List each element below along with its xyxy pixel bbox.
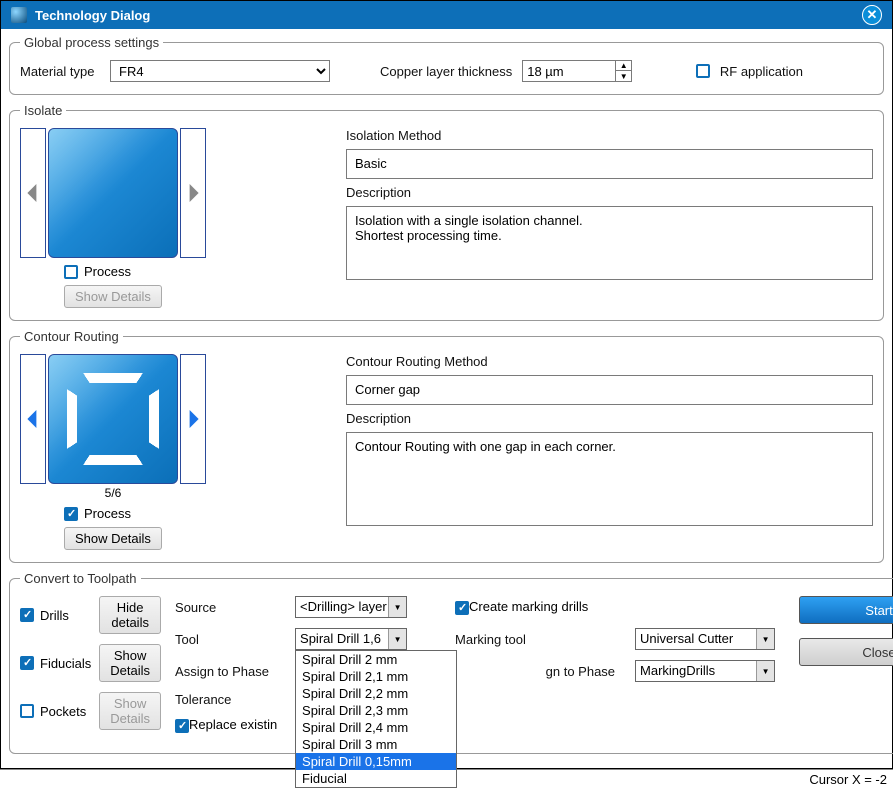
marking-tool-combo[interactable]: Universal Cutter▼ bbox=[635, 628, 785, 650]
create-marking-checkbox[interactable] bbox=[455, 601, 469, 615]
drills-hide-details-button[interactable]: Hide details bbox=[99, 596, 161, 634]
spinner-down-icon[interactable]: ▼ bbox=[615, 71, 631, 81]
contour-thumbnail bbox=[48, 354, 178, 484]
marking-tool-label: Marking tool bbox=[455, 632, 615, 647]
marking-assign-label: gn to Phase bbox=[455, 664, 615, 679]
drills-checkbox[interactable] bbox=[20, 608, 34, 622]
close-button[interactable]: Close bbox=[799, 638, 893, 666]
rf-application-label: RF application bbox=[720, 64, 803, 79]
replace-existing-label: Replace existin bbox=[189, 717, 277, 732]
technology-dialog: Technology Dialog ✕ Global process setti… bbox=[0, 0, 893, 769]
tool-label: Tool bbox=[175, 632, 275, 647]
source-combo[interactable]: <Drilling> layer▼ bbox=[295, 596, 435, 618]
chevron-down-icon[interactable]: ▼ bbox=[756, 661, 774, 681]
drills-label: Drills bbox=[40, 608, 69, 623]
tool-option[interactable]: Spiral Drill 2 mm bbox=[296, 651, 456, 668]
isolate-next-button[interactable] bbox=[180, 128, 206, 258]
material-type-select[interactable]: FR4 bbox=[110, 60, 330, 82]
pockets-checkbox[interactable] bbox=[20, 704, 34, 718]
isolation-desc-value: Isolation with a single isolation channe… bbox=[346, 206, 873, 280]
contour-method-value: Corner gap bbox=[346, 375, 873, 405]
marking-assign-combo[interactable]: MarkingDrills▼ bbox=[635, 660, 785, 682]
contour-desc-value: Contour Routing with one gap in each cor… bbox=[346, 432, 873, 526]
pockets-label: Pockets bbox=[40, 704, 86, 719]
contour-desc-label: Description bbox=[346, 411, 873, 426]
tool-option[interactable]: Fiducial bbox=[296, 770, 456, 787]
fiducials-label: Fiducials bbox=[40, 656, 91, 671]
source-label: Source bbox=[175, 600, 275, 615]
isolate-process-checkbox[interactable] bbox=[64, 265, 78, 279]
contour-prev-button[interactable] bbox=[20, 354, 46, 484]
tool-option[interactable]: Spiral Drill 2,2 mm bbox=[296, 685, 456, 702]
spinner-up-icon[interactable]: ▲ bbox=[615, 61, 631, 71]
global-legend: Global process settings bbox=[20, 35, 163, 50]
isolate-thumbnail bbox=[48, 128, 178, 258]
chevron-down-icon[interactable]: ▼ bbox=[388, 629, 406, 649]
assign-phase-label: Assign to Phase bbox=[175, 664, 275, 679]
fiducials-show-details-button[interactable]: Show Details bbox=[99, 644, 161, 682]
contour-method-label: Contour Routing Method bbox=[346, 354, 873, 369]
chevron-down-icon[interactable]: ▼ bbox=[756, 629, 774, 649]
convert-left-column: Drills Hide details Fiducials Show Detai… bbox=[20, 596, 161, 733]
contour-group: Contour Routing 5/6 Process Show Details bbox=[9, 329, 884, 563]
copper-thickness-spinner[interactable]: 18 µm ▲▼ bbox=[522, 60, 632, 82]
action-buttons: Start Close bbox=[799, 596, 893, 733]
isolation-method-value: Basic bbox=[346, 149, 873, 179]
replace-existing-checkbox[interactable] bbox=[175, 719, 189, 733]
chevron-down-icon[interactable]: ▼ bbox=[388, 597, 406, 617]
rf-application-checkbox[interactable] bbox=[696, 64, 710, 78]
isolation-desc-label: Description bbox=[346, 185, 873, 200]
tolerance-label: Tolerance bbox=[175, 692, 275, 707]
isolate-group: Isolate Process Show Details bbox=[9, 103, 884, 321]
contour-next-button[interactable] bbox=[180, 354, 206, 484]
convert-group: Convert to Toolpath Drills Hide details … bbox=[9, 571, 893, 754]
tool-option[interactable]: Spiral Drill 2,4 mm bbox=[296, 719, 456, 736]
contour-carousel bbox=[20, 354, 206, 484]
close-icon[interactable]: ✕ bbox=[862, 5, 882, 25]
contour-show-details-button[interactable]: Show Details bbox=[64, 527, 162, 550]
isolate-carousel bbox=[20, 128, 206, 258]
tool-option[interactable]: Spiral Drill 2,3 mm bbox=[296, 702, 456, 719]
pockets-show-details-button: Show Details bbox=[99, 692, 161, 730]
convert-form: Source <Drilling> layer▼ Create marking … bbox=[175, 596, 785, 733]
contour-legend: Contour Routing bbox=[20, 329, 123, 344]
tool-option[interactable]: Spiral Drill 3 mm bbox=[296, 736, 456, 753]
tool-dropdown[interactable]: Spiral Drill 2 mmSpiral Drill 2,1 mmSpir… bbox=[295, 650, 457, 788]
isolate-process-label: Process bbox=[84, 264, 131, 279]
contour-process-label: Process bbox=[84, 506, 131, 521]
dialog-body: Global process settings Material type FR… bbox=[1, 29, 892, 768]
titlebar: Technology Dialog ✕ bbox=[1, 1, 892, 29]
dialog-title: Technology Dialog bbox=[35, 8, 150, 23]
cursor-position: Cursor X = -2 bbox=[809, 772, 887, 787]
isolate-show-details-button: Show Details bbox=[64, 285, 162, 308]
tool-combo[interactable]: Spiral Drill 1,6▼ Spiral Drill 2 mmSpira… bbox=[295, 628, 435, 650]
convert-legend: Convert to Toolpath bbox=[20, 571, 141, 586]
create-marking-label: Create marking drills bbox=[469, 599, 588, 614]
global-settings-group: Global process settings Material type FR… bbox=[9, 35, 884, 95]
tool-option[interactable]: Spiral Drill 0,15mm bbox=[296, 753, 456, 770]
isolate-legend: Isolate bbox=[20, 103, 66, 118]
start-button[interactable]: Start bbox=[799, 596, 893, 624]
isolate-prev-button[interactable] bbox=[20, 128, 46, 258]
tool-option[interactable]: Spiral Drill 2,1 mm bbox=[296, 668, 456, 685]
isolation-method-label: Isolation Method bbox=[346, 128, 873, 143]
contour-process-checkbox[interactable] bbox=[64, 507, 78, 521]
fiducials-checkbox[interactable] bbox=[20, 656, 34, 670]
copper-thickness-label: Copper layer thickness bbox=[380, 64, 512, 79]
app-icon bbox=[11, 7, 27, 23]
copper-thickness-value: 18 µm bbox=[523, 64, 615, 79]
contour-counter: 5/6 bbox=[20, 486, 206, 500]
material-type-label: Material type bbox=[20, 64, 100, 79]
